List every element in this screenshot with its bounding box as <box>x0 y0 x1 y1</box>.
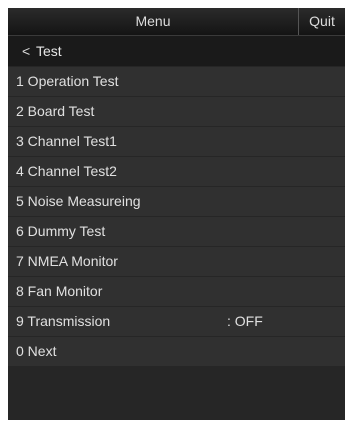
menu-item-label: 0 Next <box>16 343 57 359</box>
menu-item-label: 5 Noise Measureing <box>16 193 141 209</box>
menu-item-nmea-monitor[interactable]: 7 NMEA Monitor <box>8 247 345 276</box>
title-bar: Menu Quit <box>8 8 345 36</box>
test-menu-panel: Menu Quit < Test 1 Operation Test 2 Boar… <box>8 8 345 420</box>
menu-item-operation-test[interactable]: 1 Operation Test <box>8 67 345 96</box>
menu-item-label: 8 Fan Monitor <box>16 283 103 299</box>
menu-item-fan-monitor[interactable]: 8 Fan Monitor <box>8 277 345 306</box>
menu-item-next[interactable]: 0 Next <box>8 337 345 366</box>
transmission-status-value: : OFF <box>227 313 263 329</box>
menu-item-channel-test2[interactable]: 4 Channel Test2 <box>8 157 345 186</box>
menu-item-label: 2 Board Test <box>16 103 95 119</box>
menu-item-label: 4 Channel Test2 <box>16 163 117 179</box>
menu-item-transmission[interactable]: 9 Transmission : OFF <box>8 307 345 336</box>
menu-item-label: 7 NMEA Monitor <box>16 253 118 269</box>
menu-list: 1 Operation Test 2 Board Test 3 Channel … <box>8 67 345 367</box>
back-button[interactable]: < Test <box>8 36 345 66</box>
menu-item-dummy-test[interactable]: 6 Dummy Test <box>8 217 345 246</box>
back-label: Test <box>36 43 62 59</box>
menu-item-label: 3 Channel Test1 <box>16 133 117 149</box>
menu-item-board-test[interactable]: 2 Board Test <box>8 97 345 126</box>
menu-item-label: 6 Dummy Test <box>16 223 106 239</box>
quit-button[interactable]: Quit <box>298 8 345 35</box>
menu-item-label: 9 Transmission <box>16 313 111 329</box>
menu-title: Menu <box>135 13 171 29</box>
chevron-left-icon: < <box>22 43 31 59</box>
menu-item-noise-measuring[interactable]: 5 Noise Measureing <box>8 187 345 216</box>
menu-item-label: 1 Operation Test <box>16 73 119 89</box>
menu-item-channel-test1[interactable]: 3 Channel Test1 <box>8 127 345 156</box>
